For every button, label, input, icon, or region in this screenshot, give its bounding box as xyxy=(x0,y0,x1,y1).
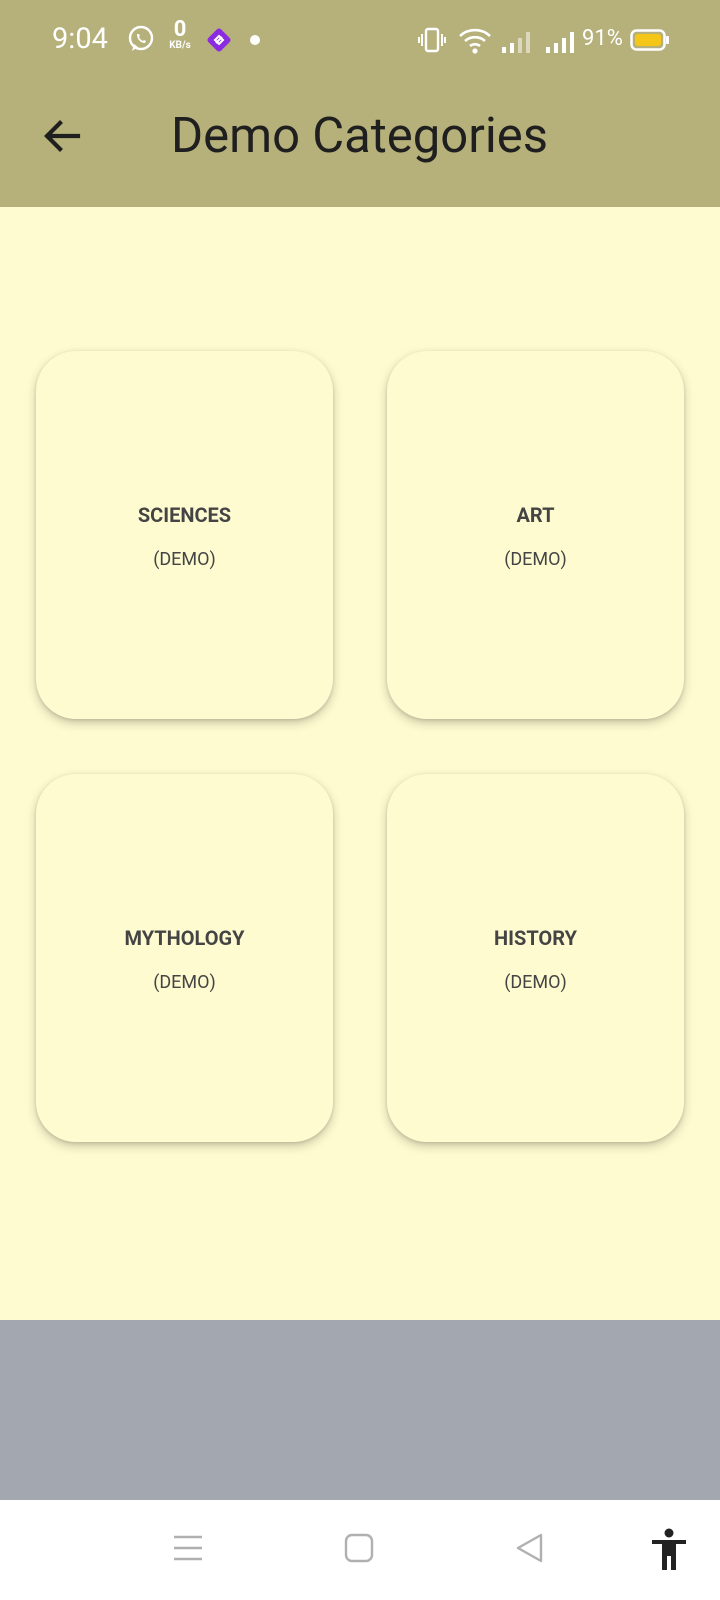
net-speed-indicator: 0 KB/s xyxy=(168,17,192,52)
category-card-history[interactable]: HISTORY (DEMO) xyxy=(387,774,684,1142)
page-title: Demo Categories xyxy=(171,107,549,164)
home-icon[interactable] xyxy=(344,1532,374,1564)
category-card-art[interactable]: ART (DEMO) xyxy=(387,351,684,719)
category-name: MYTHOLOGY xyxy=(124,926,245,950)
net-speed-value: 0 xyxy=(173,17,187,42)
net-speed-unit: KB/s xyxy=(169,40,191,51)
notification-dot xyxy=(250,35,260,45)
whatsapp-icon xyxy=(128,25,154,51)
category-tag: (DEMO) xyxy=(153,972,216,993)
battery-icon xyxy=(630,29,669,51)
accessibility-icon[interactable] xyxy=(649,1528,689,1572)
category-tag: (DEMO) xyxy=(153,549,216,570)
top-bar: 9:04 0 KB/s 91% Demo Categories xyxy=(0,0,720,207)
category-tag: (DEMO) xyxy=(504,972,567,993)
app-icon xyxy=(207,28,231,52)
battery-percent: 91% xyxy=(582,26,623,51)
bottom-band xyxy=(0,1320,720,1500)
menu-icon[interactable] xyxy=(172,1533,204,1563)
system-nav-bar xyxy=(0,1500,720,1600)
back-arrow-icon[interactable] xyxy=(38,112,86,160)
category-name: ART xyxy=(516,503,555,527)
category-name: HISTORY xyxy=(494,926,577,950)
category-name: SCIENCES xyxy=(137,503,232,527)
status-time: 9:04 xyxy=(52,22,108,56)
category-card-sciences[interactable]: SCIENCES (DEMO) xyxy=(36,351,333,719)
category-card-mythology[interactable]: MYTHOLOGY (DEMO) xyxy=(36,774,333,1142)
status-bar: 9:04 0 KB/s 91% xyxy=(0,0,720,82)
category-tag: (DEMO) xyxy=(504,549,567,570)
wifi-icon xyxy=(459,28,491,54)
signal-icon xyxy=(502,32,530,53)
signal-icon xyxy=(546,32,574,53)
back-icon[interactable] xyxy=(513,1532,545,1564)
vibrate-icon xyxy=(418,27,446,53)
